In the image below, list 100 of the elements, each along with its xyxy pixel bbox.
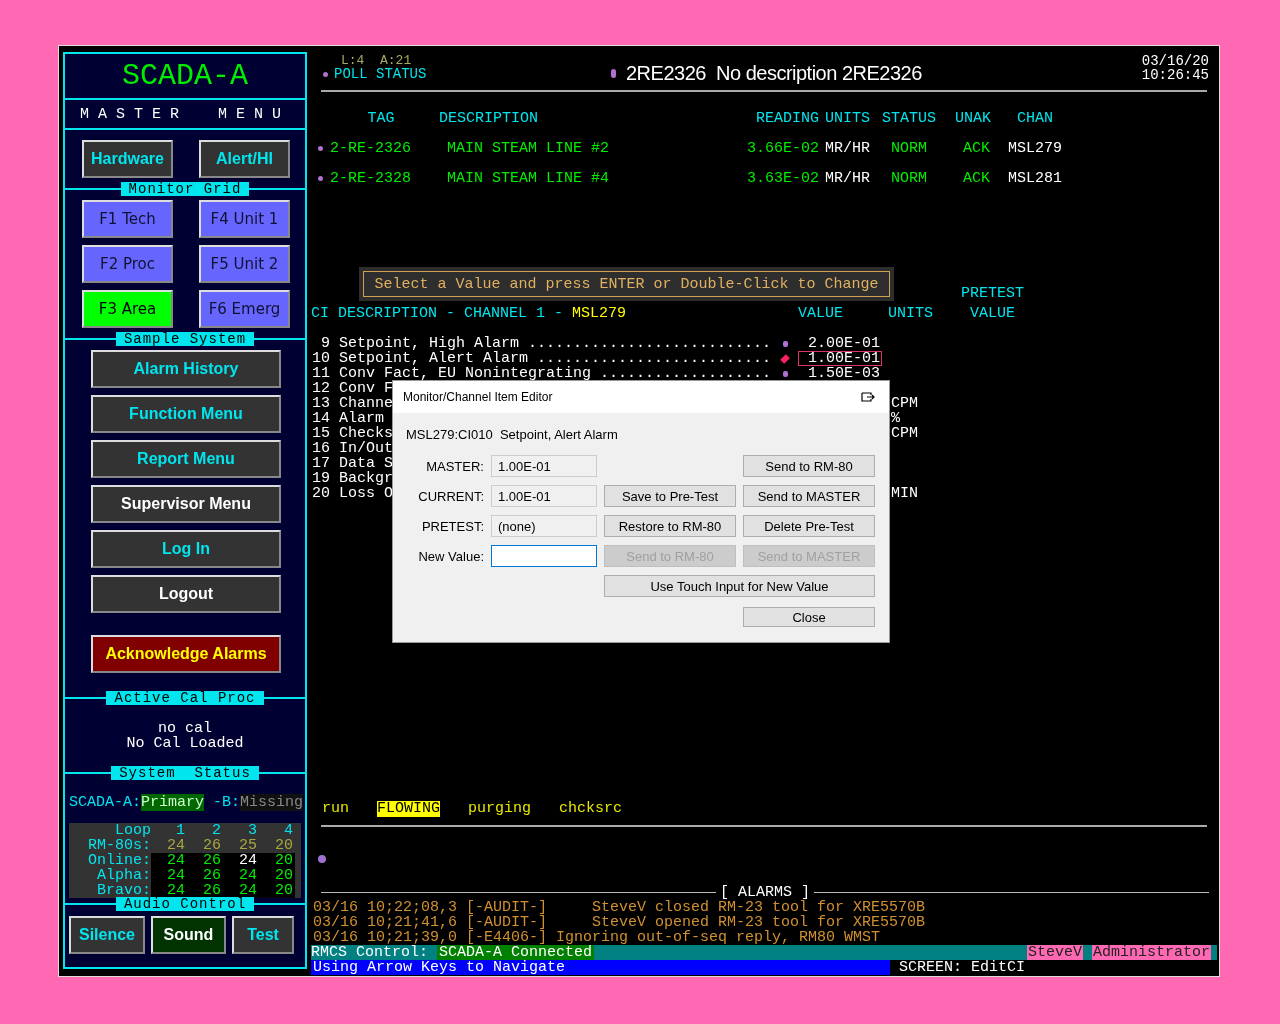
prompt-text: Select a Value and press ENTER or Double-Click to Change bbox=[363, 271, 890, 297]
ci-units: CPM bbox=[891, 396, 919, 411]
bullet-icon bbox=[318, 145, 323, 151]
table-cell: 24 bbox=[151, 868, 187, 883]
column-header: VALUE bbox=[798, 306, 844, 321]
section-legend: Monitor Grid bbox=[120, 182, 250, 196]
server-state: Primary bbox=[141, 794, 205, 811]
table-cell-text: NORM bbox=[891, 170, 928, 186]
table-cell: 20 bbox=[259, 883, 295, 898]
ci-description: Alarm bbox=[339, 411, 384, 426]
audio-button[interactable]: Test bbox=[232, 916, 294, 954]
table-cell-text: 2-RE-2326 bbox=[330, 140, 412, 156]
menu-button[interactable]: Alert/HI bbox=[199, 140, 290, 178]
monitor-grid-button[interactable]: F2 Proc bbox=[82, 245, 173, 283]
ci-value[interactable]: 2.00E-01 bbox=[798, 336, 882, 351]
monitor-grid-button[interactable]: F4 Unit 1 bbox=[199, 200, 290, 238]
process-state: run bbox=[322, 801, 349, 817]
value-field: (none) bbox=[491, 515, 597, 537]
dialog-button[interactable]: Use Touch Input for New Value bbox=[604, 575, 875, 597]
line-number: 20 bbox=[311, 486, 330, 501]
menu-button[interactable]: Alarm History bbox=[91, 350, 281, 388]
panel-title: SCADA-A bbox=[121, 58, 249, 95]
bullet-icon bbox=[782, 340, 788, 347]
dialog-button[interactable]: Send to RM-80 bbox=[743, 455, 875, 477]
bullet-icon bbox=[318, 175, 323, 181]
table-cell-text: 1 bbox=[175, 823, 186, 838]
table-cell-text: ACK bbox=[963, 140, 991, 156]
menu-button[interactable]: Report Menu bbox=[91, 440, 281, 478]
hint-text: Using Arrow Keys to Navigate bbox=[311, 960, 890, 975]
acknowledge-alarms-button[interactable]: Acknowledge Alarms bbox=[91, 635, 281, 673]
value-field: 1.00E-01 bbox=[491, 485, 597, 507]
table-cell-text: 2 bbox=[211, 823, 222, 838]
ci-units: CPM bbox=[891, 426, 919, 441]
window-restore-icon[interactable] bbox=[861, 392, 875, 402]
dialog-button[interactable]: Delete Pre-Test bbox=[743, 515, 875, 537]
ci-description: Channe bbox=[339, 396, 393, 411]
line-number: 10 bbox=[311, 351, 330, 366]
column-header: READING bbox=[755, 110, 819, 126]
time-text: 10:26:45 bbox=[1140, 68, 1209, 82]
line-number: 16 bbox=[311, 441, 330, 456]
user-name: SteveV bbox=[1026, 945, 1083, 960]
poll-status-label: POLL STATUS bbox=[334, 67, 427, 82]
table-cell: 20 bbox=[259, 868, 295, 883]
ci-value[interactable]: 1.00E-01 bbox=[798, 351, 882, 366]
dialog-title: Monitor/Channel Item Editor bbox=[403, 389, 553, 405]
row-label: Bravo: bbox=[96, 883, 151, 898]
ci-value[interactable]: 1.50E-03 bbox=[798, 366, 882, 381]
menu-button[interactable]: Supervisor Menu bbox=[91, 485, 281, 523]
ci-list-title: CI DESCRIPTION - CHANNEL 1 - MSL279 bbox=[311, 306, 628, 321]
new-value-field[interactable] bbox=[491, 545, 597, 567]
process-state: purging bbox=[468, 801, 532, 817]
table-cell-text: 3.66E-02 bbox=[746, 140, 819, 156]
dialog-heading: MSL279:CI010 Setpoint, Alert Alarm bbox=[406, 427, 619, 442]
ci-description: Checks bbox=[339, 426, 393, 441]
column-header: UNITS bbox=[888, 306, 934, 321]
monitor-grid-button[interactable]: F3 Area bbox=[82, 290, 173, 328]
table-cell-text: MSL279 bbox=[1008, 140, 1063, 156]
dialog-button[interactable]: Save to Pre-Test bbox=[604, 485, 736, 507]
audio-button[interactable]: Sound bbox=[151, 916, 226, 954]
table-cell-text: 24 bbox=[166, 838, 186, 853]
cal-status-text: no cal bbox=[158, 721, 212, 736]
table-cell: 20 bbox=[259, 853, 295, 868]
monitor-grid-button[interactable]: F1 Tech bbox=[82, 200, 173, 238]
server-state: Missing bbox=[240, 794, 304, 811]
dialog-button[interactable]: Send to MASTER bbox=[743, 485, 875, 507]
line-number: 13 bbox=[311, 396, 330, 411]
table-cell-text: 25 bbox=[238, 838, 258, 853]
process-state: chcksrc bbox=[559, 801, 623, 817]
table-cell-text: 3 bbox=[247, 823, 258, 838]
row-label: Loop bbox=[114, 823, 151, 838]
table-cell-text: 4 bbox=[283, 823, 294, 838]
ci-description: Loss O bbox=[339, 486, 393, 501]
dialog-button[interactable]: Close bbox=[743, 607, 875, 627]
ci-description: Conv F bbox=[339, 381, 393, 396]
connection-status: SCADA-A Connected bbox=[437, 945, 595, 960]
monitor-grid-button[interactable]: F6 Emerg bbox=[199, 290, 290, 328]
table-cell-text: MR/HR bbox=[824, 170, 871, 186]
section-legend: Audio Control bbox=[115, 897, 255, 911]
audio-button[interactable]: Silence bbox=[69, 916, 145, 954]
menu-button[interactable]: Log In bbox=[91, 530, 281, 568]
menu-button[interactable]: Hardware bbox=[82, 140, 173, 178]
date-text: 03/16/20 bbox=[1140, 54, 1209, 68]
table-cell: 24 bbox=[223, 868, 259, 883]
dialog-button[interactable]: Restore to RM-80 bbox=[604, 515, 736, 537]
ci-description: Setpoint, Alert Alarm .......................... bbox=[339, 351, 772, 366]
column-header: UNAK bbox=[955, 110, 992, 126]
line-number: 17 bbox=[311, 456, 330, 471]
table-cell: 26 bbox=[187, 868, 223, 883]
line-number: 12 bbox=[311, 381, 330, 396]
monitor-grid-button[interactable]: F5 Unit 2 bbox=[199, 245, 290, 283]
panel-subtitle: MASTER MENU bbox=[65, 98, 305, 128]
table-cell-text: MAIN STEAM LINE #4 bbox=[447, 170, 611, 186]
ci-description: In/Out bbox=[339, 441, 393, 456]
table-cell-text: MR/HR bbox=[824, 140, 871, 156]
row-label: Online: bbox=[87, 853, 151, 868]
menu-button[interactable]: Logout bbox=[91, 575, 281, 613]
menu-button[interactable]: Function Menu bbox=[91, 395, 281, 433]
row-label: Alpha: bbox=[96, 868, 151, 883]
server-label: -B: bbox=[212, 794, 241, 811]
table-cell: 24 bbox=[223, 853, 259, 868]
